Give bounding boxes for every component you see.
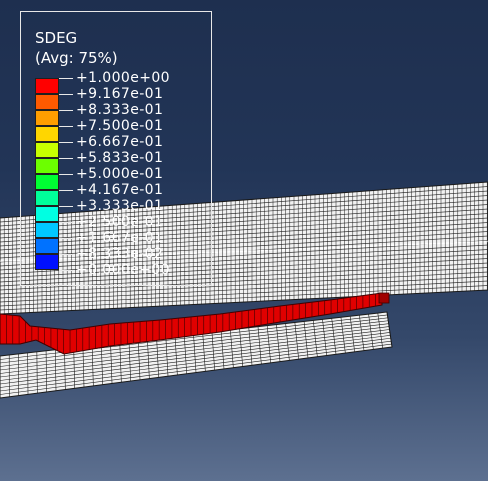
legend-tick bbox=[59, 78, 73, 79]
legend-tick bbox=[59, 158, 73, 159]
legend-band bbox=[35, 174, 59, 190]
legend-tick-label: +6.667e-01 bbox=[76, 134, 164, 150]
legend-tick-label: +4.167e-01 bbox=[76, 182, 164, 198]
legend-band bbox=[35, 222, 59, 238]
legend-tick-label: +0.000e+00 bbox=[76, 262, 170, 278]
legend-band bbox=[35, 126, 59, 142]
legend-band bbox=[35, 238, 59, 254]
legend-tick-label: +9.167e-01 bbox=[76, 86, 164, 102]
legend-tick bbox=[59, 174, 73, 175]
legend-tick bbox=[59, 206, 73, 207]
legend-tick bbox=[59, 190, 73, 191]
legend-tick bbox=[59, 238, 73, 239]
legend-tick-label: +7.500e-01 bbox=[76, 118, 164, 134]
legend-tick bbox=[59, 254, 73, 255]
legend-tick bbox=[59, 222, 73, 223]
legend-band bbox=[35, 142, 59, 158]
legend-band bbox=[35, 206, 59, 222]
legend-band bbox=[35, 110, 59, 126]
legend-tick-label: +3.333e-01 bbox=[76, 198, 164, 214]
legend-tick bbox=[59, 94, 73, 95]
legend-tick-label: +1.000e+00 bbox=[76, 70, 170, 86]
legend-band bbox=[35, 158, 59, 174]
legend-band bbox=[35, 190, 59, 206]
contour-legend: SDEG (Avg: 75%) +1.000e+00 +9.167e-01 +8.3… bbox=[20, 11, 212, 286]
legend-tick-label: +8.333e-01 bbox=[76, 102, 164, 118]
legend-tick bbox=[59, 126, 73, 127]
legend-tick bbox=[59, 270, 73, 271]
legend-tick-label: +5.000e-01 bbox=[76, 166, 164, 182]
legend-tick-label: +8.333e-02 bbox=[76, 246, 164, 262]
legend-tick-label: +5.833e-01 bbox=[76, 150, 164, 166]
legend-band bbox=[35, 78, 59, 94]
legend-tick bbox=[59, 142, 73, 143]
legend-tick-label: +2.500e-01 bbox=[76, 214, 164, 230]
viewport[interactable]: SDEG (Avg: 75%) +1.000e+00 +9.167e-01 +8.3… bbox=[0, 0, 488, 481]
legend-subtitle: (Avg: 75%) bbox=[35, 49, 118, 67]
legend-tick-label: +1.667e-01 bbox=[76, 230, 164, 246]
legend-band bbox=[35, 94, 59, 110]
legend-tick bbox=[59, 110, 73, 111]
legend-title: SDEG bbox=[35, 29, 78, 47]
legend-band bbox=[35, 254, 59, 270]
